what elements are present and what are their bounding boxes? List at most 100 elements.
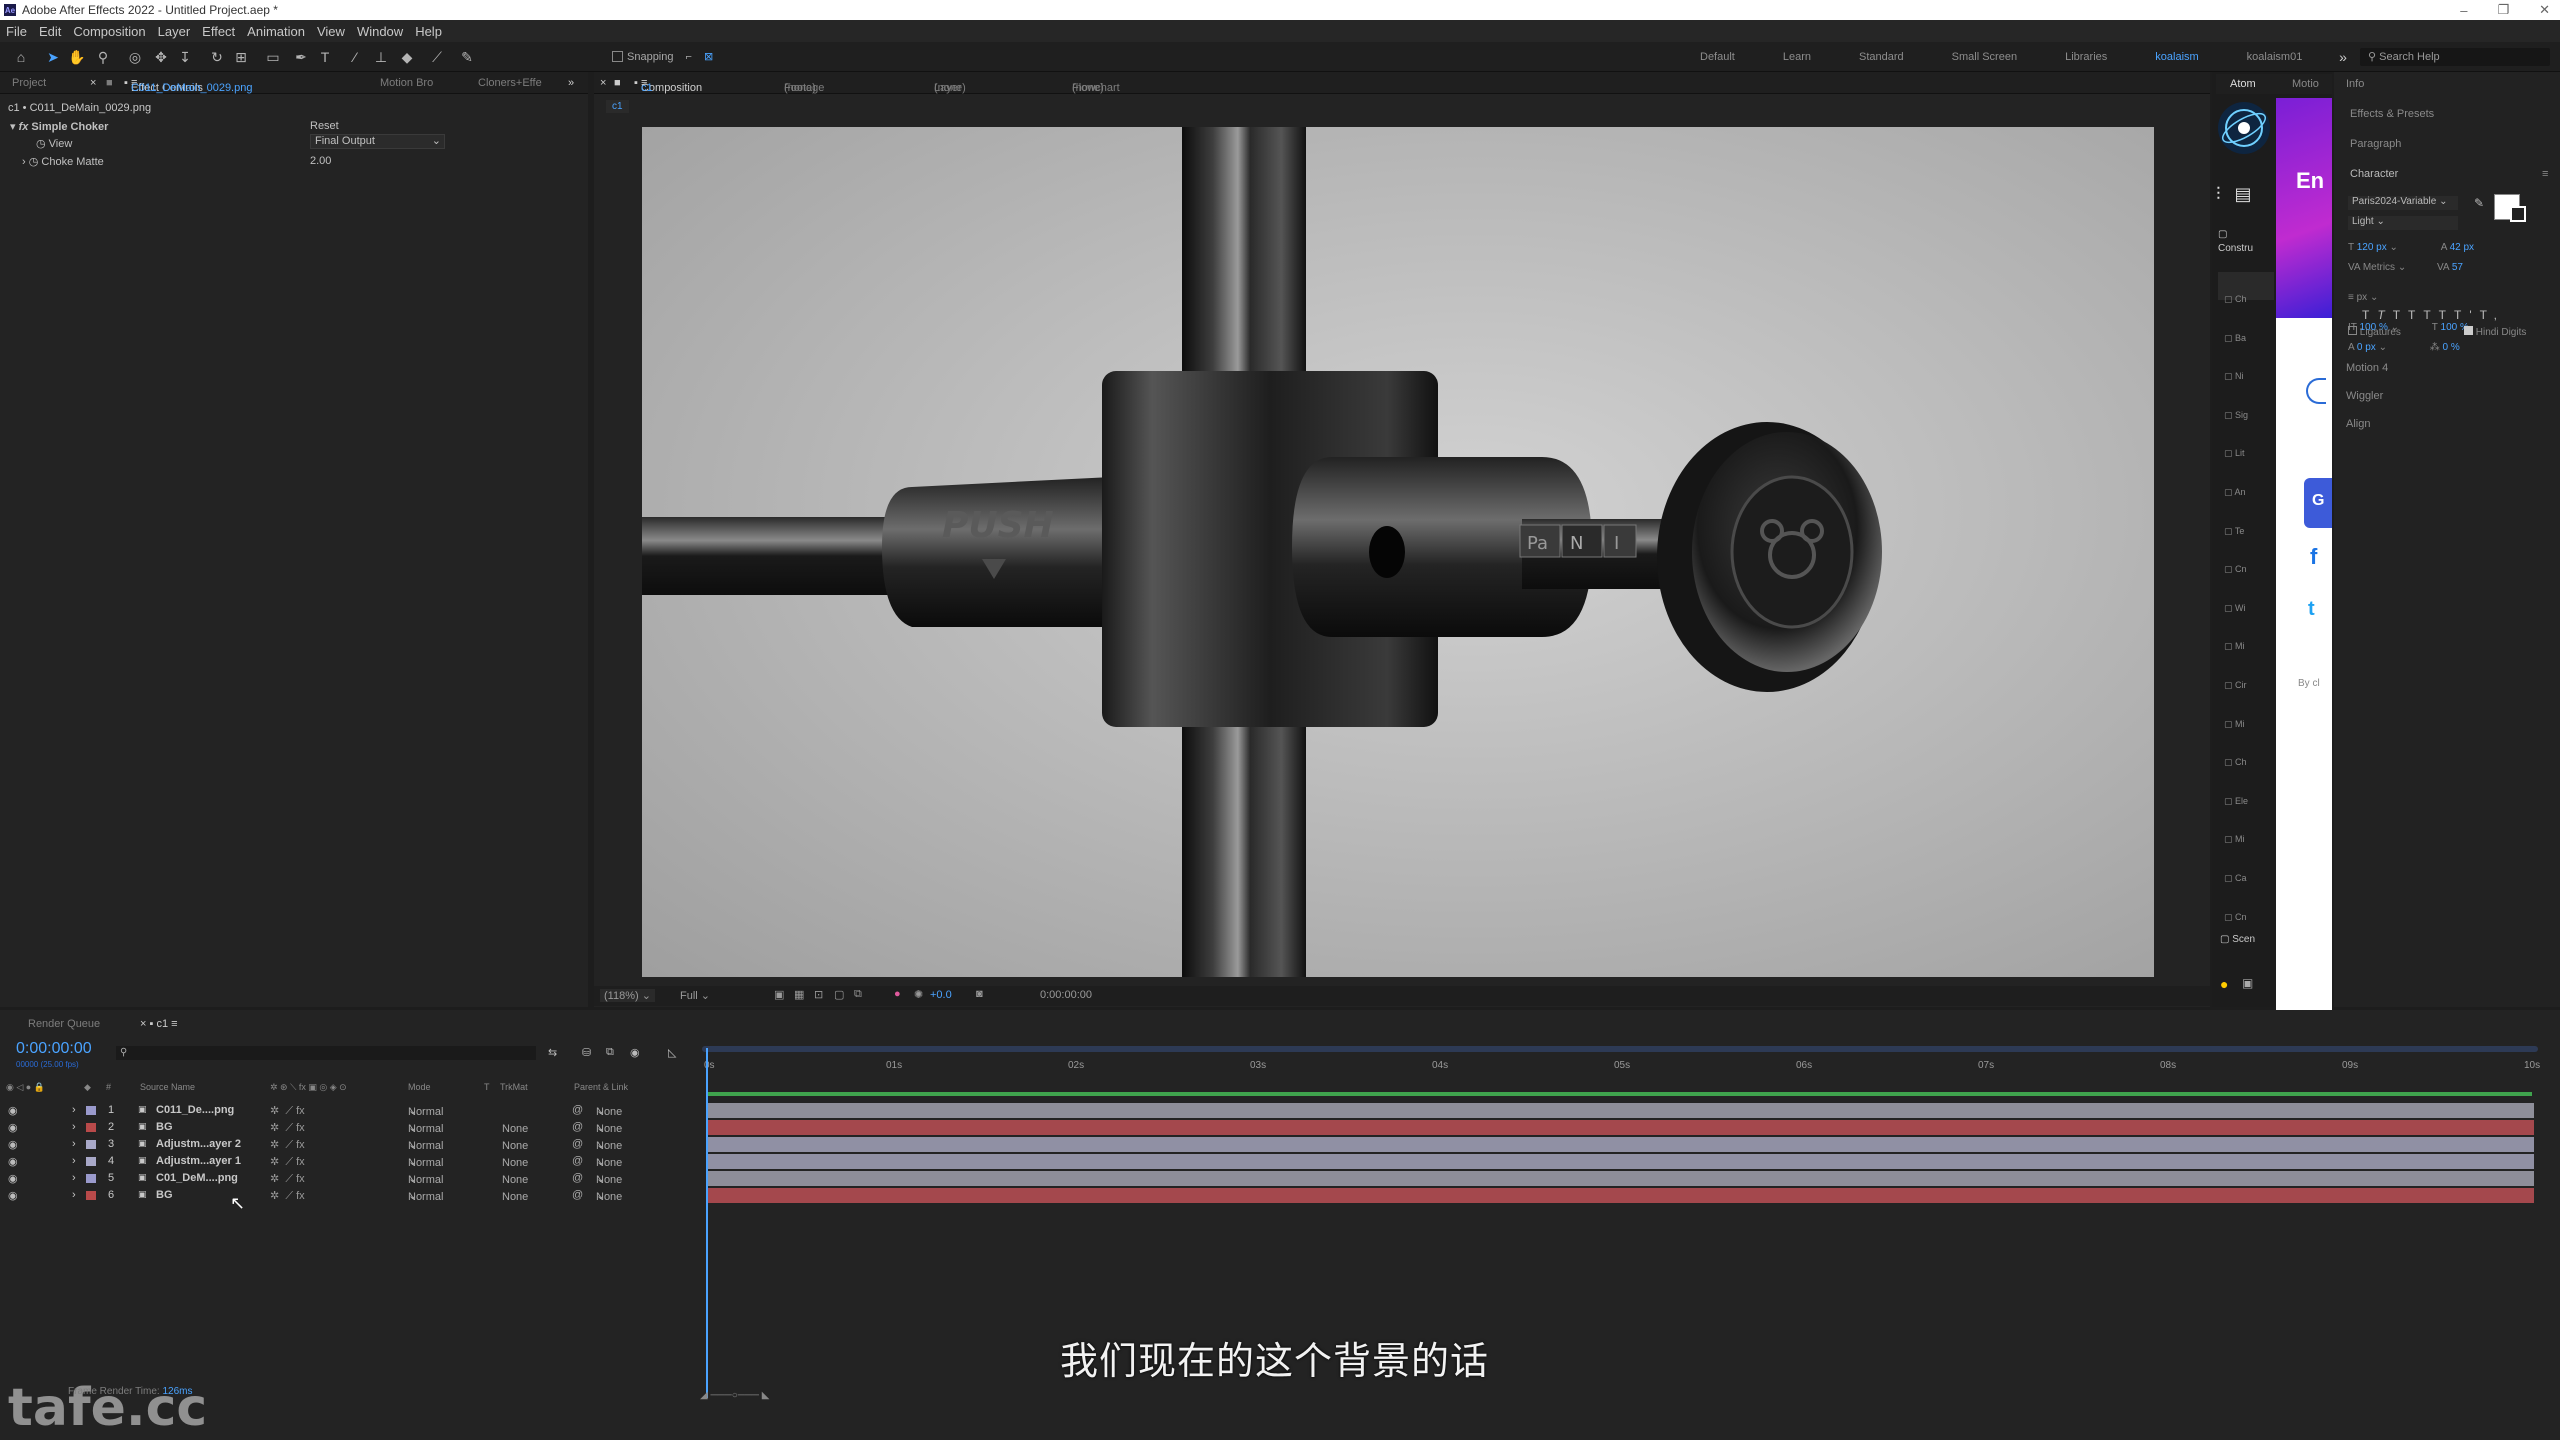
close-icon[interactable]: ✕ <box>2539 2 2550 18</box>
expand-arrow-icon[interactable]: › <box>72 1189 76 1201</box>
layer-row[interactable]: ◉ › 1 ▣ C011_De....png ✲ ⟋ fx Normal ⌄ @ None ⌄ <box>0 1102 700 1119</box>
label-color-swatch[interactable] <box>86 1106 96 1115</box>
mode-dropdown[interactable]: Normal ⌄ <box>408 1138 443 1152</box>
layer-switches[interactable]: ✲ ⟋ fx <box>270 1104 305 1118</box>
tsume-value[interactable]: 0 % <box>2443 342 2460 353</box>
pickwhip-icon[interactable]: @ <box>572 1104 583 1116</box>
mask-visibility-icon[interactable]: ⊡ <box>814 988 823 1001</box>
mode-dropdown[interactable]: Normal ⌄ <box>408 1104 443 1118</box>
ext-list-item[interactable]: ▢ Sig <box>2224 396 2248 435</box>
ext-list-item[interactable]: ▢ Mi <box>2224 820 2248 859</box>
composition-canvas[interactable]: PUSH Pa N I <box>642 127 2154 977</box>
pan-behind-tool-icon[interactable]: ⊞ <box>232 48 250 66</box>
layer-row[interactable]: ◉ › 4 ▣ Adjustm...ayer 1 ✲ ⟋ fx Normal ⌄ None @ N… <box>0 1153 700 1170</box>
menu-layer[interactable]: Layer <box>152 24 197 39</box>
workspace-learn[interactable]: Learn <box>1783 51 1811 63</box>
eraser-tool-icon[interactable]: ◆ <box>398 48 416 66</box>
menu-window[interactable]: Window <box>351 24 409 39</box>
parent-dropdown[interactable]: None ⌄ <box>596 1104 622 1118</box>
layer-search-input[interactable]: ⚲ <box>116 1046 536 1060</box>
ext-list-item[interactable]: ▢ Ch <box>2224 280 2248 319</box>
brush-tool-icon[interactable]: ⁄ <box>346 48 364 66</box>
layer-name[interactable]: C01_DeM....png <box>156 1172 238 1184</box>
reset-button[interactable]: Reset <box>310 120 339 132</box>
guides-icon[interactable]: ▢ <box>834 988 844 1001</box>
comp-mini-flowchart-icon[interactable]: ⇆ <box>548 1046 557 1059</box>
mode-dropdown[interactable]: Normal ⌄ <box>408 1121 443 1135</box>
tab-effect-controls[interactable]: ▪ Effect Controls C011_DeMain_0029.png ≡ <box>124 77 252 94</box>
expand-arrow-icon[interactable]: › <box>72 1121 76 1133</box>
ext-list-item[interactable]: ▢ An <box>2224 473 2248 512</box>
layer-row[interactable]: ◉ › 2 ▣ BG ✲ ⟋ fx Normal ⌄ None @ None ⌄ <box>0 1119 700 1136</box>
workspace-koalaism01[interactable]: koalaism01 <box>2247 51 2303 63</box>
region-of-interest-icon[interactable]: ▣ <box>774 988 784 1001</box>
visibility-eye-icon[interactable]: ◉ <box>8 1172 18 1185</box>
snap-options-icon[interactable]: ⌐ <box>686 51 692 63</box>
layer-duration-bar[interactable] <box>708 1188 2534 1203</box>
restore-icon[interactable]: ❐ <box>2497 2 2509 18</box>
shy-layers-icon[interactable]: ⧉ <box>606 1046 614 1059</box>
ext-list-item[interactable]: ▢ Cn <box>2224 898 2248 937</box>
menu-help[interactable]: Help <box>409 24 448 39</box>
motion-blur-icon[interactable]: ◉ <box>630 1046 640 1059</box>
effect-header-simple-choker[interactable]: ▾ fx Simple Choker <box>10 120 108 133</box>
lock-icon[interactable]: ■ <box>106 77 113 89</box>
workspace-small-screen[interactable]: Small Screen <box>1952 51 2017 63</box>
pickwhip-icon[interactable]: @ <box>572 1138 583 1150</box>
draft-3d-icon[interactable]: ⛁ <box>582 1046 591 1059</box>
header-source-name[interactable]: Source Name <box>140 1082 195 1092</box>
font-family-dropdown[interactable]: Paris2024-Variable ⌄ <box>2348 196 2458 210</box>
panel-wiggler[interactable]: Wiggler <box>2346 390 2383 402</box>
panel-overflow-icon[interactable]: » <box>568 77 574 89</box>
rotation-tool-icon[interactable]: ↻ <box>208 48 226 66</box>
workspace-libraries[interactable]: Libraries <box>2065 51 2107 63</box>
view-dropdown[interactable]: Final Output ⌄ <box>310 134 445 149</box>
menu-animation[interactable]: Animation <box>241 24 311 39</box>
panel-motion-4[interactable]: Motion 4 <box>2346 362 2388 374</box>
baseline-shift-value[interactable]: 0 px <box>2357 342 2376 353</box>
exposure-value[interactable]: +0.0 <box>930 989 952 1001</box>
snapping-checkbox[interactable] <box>612 51 623 62</box>
magnification-dropdown[interactable]: (118%) ⌄ <box>600 989 655 1002</box>
twitter-login-button[interactable]: t <box>2308 598 2315 621</box>
visibility-eye-icon[interactable]: ◉ <box>8 1104 18 1117</box>
hindi-digits-option[interactable]: Hindi Digits <box>2464 326 2526 338</box>
panel-info[interactable]: Info <box>2346 78 2364 90</box>
lightbulb-icon[interactable]: ● <box>2220 976 2228 992</box>
time-ruler[interactable]: 0s 01s 02s 03s 04s 05s 06s 07s 08s 09s 10s <box>700 1040 2540 1102</box>
label-color-swatch[interactable] <box>86 1140 96 1149</box>
snap-grid-icon[interactable]: ⊠ <box>704 50 713 63</box>
mode-dropdown[interactable]: Normal ⌄ <box>408 1172 443 1186</box>
label-color-swatch[interactable] <box>86 1123 96 1132</box>
pickwhip-icon[interactable]: @ <box>572 1189 583 1201</box>
workspace-default[interactable]: Default <box>1700 51 1735 63</box>
menu-file[interactable]: File <box>0 24 33 39</box>
pickwhip-icon[interactable]: @ <box>572 1172 583 1184</box>
close-icon[interactable]: × <box>600 77 606 89</box>
parent-dropdown[interactable]: None ⌄ <box>596 1121 622 1135</box>
type-tool-icon[interactable]: T <box>316 48 334 66</box>
ext-list-item[interactable]: ▢ Cn <box>2224 550 2248 589</box>
menu-grid-icon[interactable]: ▤ <box>2235 184 2252 204</box>
facebook-login-button[interactable]: f <box>2310 544 2317 570</box>
resolution-dropdown[interactable]: Full ⌄ <box>680 989 710 1002</box>
parent-dropdown[interactable]: None ⌄ <box>596 1189 622 1203</box>
ext-list-item[interactable]: ▢ Ni <box>2224 357 2248 396</box>
layer-duration-bar[interactable] <box>708 1154 2534 1169</box>
pen-tool-icon[interactable]: ✒ <box>292 48 310 66</box>
transparency-grid-icon[interactable]: ▦ <box>794 988 804 1001</box>
menu-composition[interactable]: Composition <box>67 24 151 39</box>
3d-view-icon[interactable]: ⧉ <box>854 988 862 1001</box>
rectangle-tool-icon[interactable]: ▭ <box>264 48 282 66</box>
menu-effect[interactable]: Effect <box>196 24 241 39</box>
playhead[interactable] <box>706 1048 708 1398</box>
tracking-value[interactable]: 57 <box>2452 262 2463 273</box>
layer-switches[interactable]: ✲ ⟋ fx <box>270 1121 305 1135</box>
expand-arrow-icon[interactable]: › <box>22 156 29 168</box>
eyedropper-icon[interactable]: ✎ <box>2474 196 2484 210</box>
panel-character[interactable]: Character <box>2350 168 2398 180</box>
ligatures-option[interactable]: Ligatures <box>2348 326 2401 338</box>
color-channel-icon[interactable]: ● <box>894 988 901 1000</box>
choke-matte-value[interactable]: 2.00 <box>310 155 331 167</box>
expand-panel-icon[interactable]: ▣ <box>2242 976 2253 990</box>
